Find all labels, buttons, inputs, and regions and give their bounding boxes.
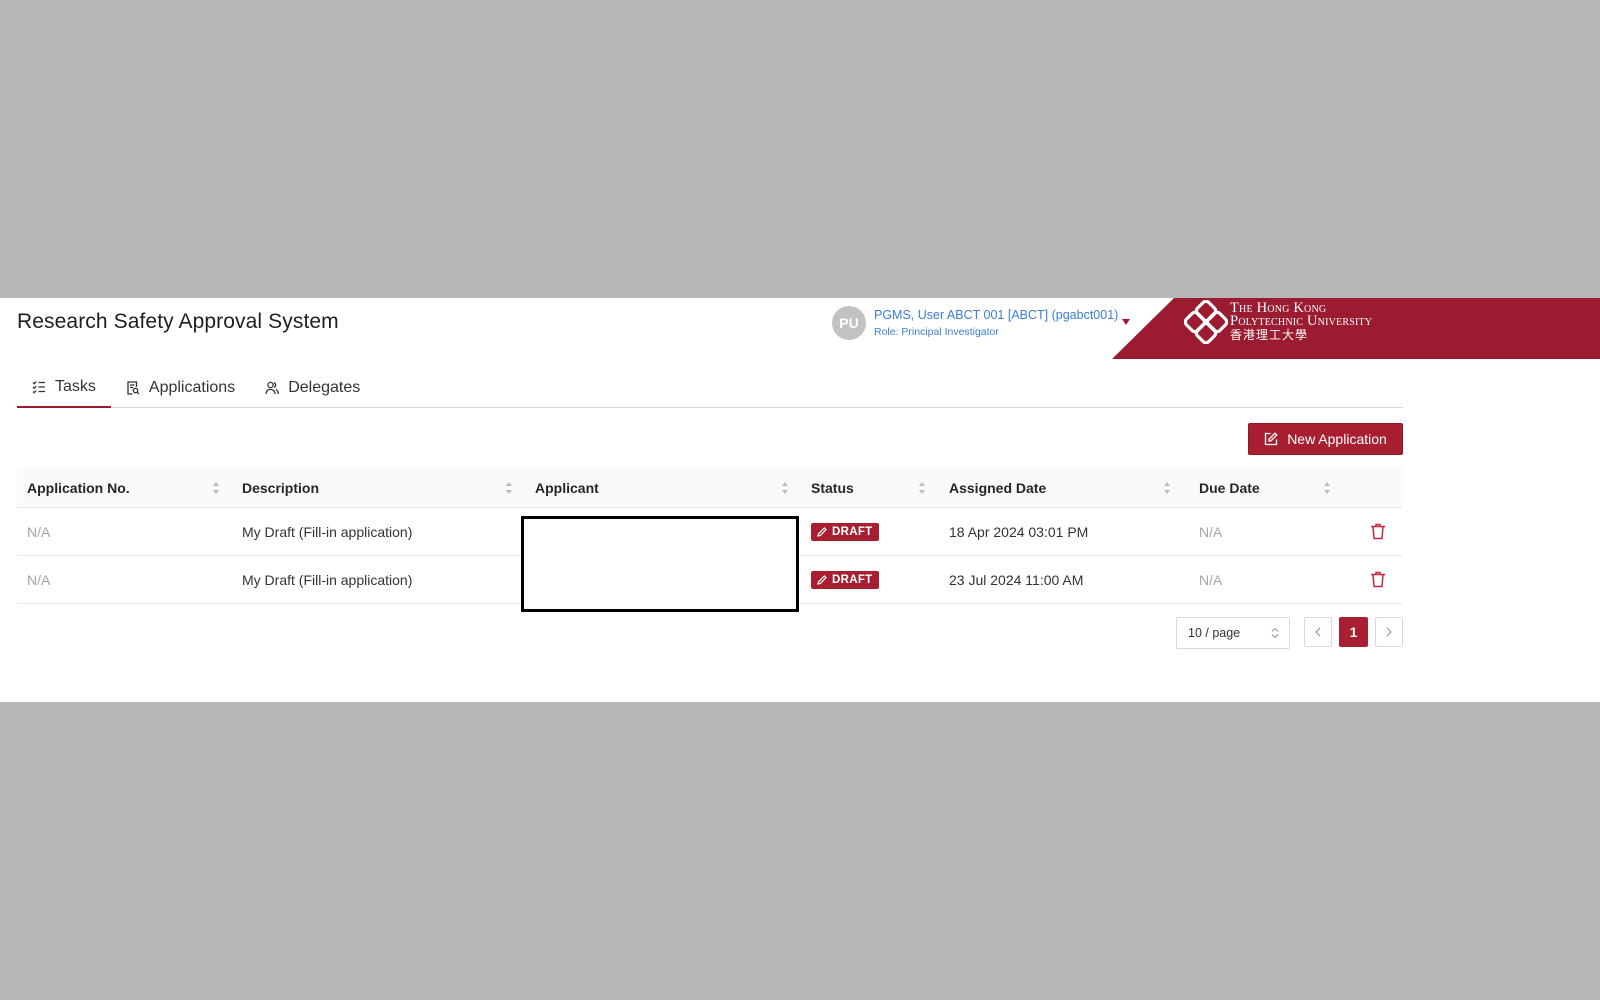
column-header-description[interactable]: Description — [232, 468, 525, 508]
pencil-icon — [817, 526, 827, 537]
column-header-applicant[interactable]: Applicant — [525, 468, 801, 508]
user-name[interactable]: PGMS, User ABCT 001 [ABCT] (pgabct001) — [874, 307, 1118, 323]
sort-icon[interactable] — [505, 481, 513, 495]
edit-square-icon — [1265, 432, 1278, 446]
cell-due-date: N/A — [1199, 523, 1223, 540]
page-size-select[interactable]: 10 / page — [1176, 617, 1290, 649]
cell-actions — [1353, 508, 1403, 556]
tab-label: Tasks — [55, 378, 96, 395]
avatar: PU — [832, 306, 866, 340]
logo-line-2: Polytechnic University — [1230, 313, 1373, 329]
sort-icon[interactable] — [781, 481, 789, 495]
cell-assigned-date: 23 Jul 2024 11:00 AM — [949, 571, 1084, 588]
user-role[interactable]: Role: Principal Investigator — [874, 325, 1118, 340]
page-title: Research Safety Approval System — [17, 310, 339, 333]
tab-bar: Tasks Applications Delegates — [17, 368, 1403, 408]
table-header: Application No. Description Applicant St… — [17, 468, 1403, 508]
delete-trash-icon[interactable] — [1370, 571, 1386, 588]
sort-icon[interactable] — [1323, 481, 1331, 495]
new-application-label: New Application — [1287, 431, 1387, 447]
cell-application-no: N/A — [27, 523, 51, 540]
caret-down-icon[interactable] — [1122, 319, 1130, 325]
applications-doc-icon — [126, 381, 140, 395]
select-arrows-icon — [1271, 627, 1279, 639]
chevron-right-icon — [1386, 627, 1392, 637]
previous-page-button[interactable] — [1304, 617, 1332, 647]
status-badge: DRAFT — [811, 570, 880, 589]
sort-icon[interactable] — [918, 481, 926, 495]
column-header-actions — [1353, 468, 1403, 508]
university-logo-banner: The Hong Kong Polytechnic University 香港理… — [1112, 298, 1600, 359]
cell-description: My Draft (Fill-in application) — [242, 523, 413, 540]
logo-line-3: 香港理工大學 — [1230, 328, 1309, 342]
sort-icon[interactable] — [212, 481, 220, 495]
tab-applications[interactable]: Applications — [111, 368, 250, 408]
tab-delegates[interactable]: Delegates — [250, 368, 375, 408]
cell-application-no: N/A — [27, 571, 51, 588]
tab-label: Delegates — [288, 379, 361, 396]
new-application-button[interactable]: New Application — [1248, 423, 1403, 455]
pencil-icon — [817, 574, 827, 585]
delete-trash-icon[interactable] — [1370, 523, 1386, 540]
polyu-logo-icon — [1184, 300, 1228, 344]
chevron-left-icon — [1315, 627, 1321, 637]
redaction-box — [521, 516, 799, 612]
column-header-due-date[interactable]: Due Date — [1189, 468, 1353, 508]
tab-label: Applications — [148, 379, 236, 396]
user-info: PGMS, User ABCT 001 [ABCT] (pgabct001) R… — [874, 307, 1118, 340]
app-window: Research Safety Approval System PU PGMS,… — [0, 298, 1600, 702]
cell-due-date: N/A — [1199, 571, 1223, 588]
tab-tasks[interactable]: Tasks — [17, 368, 111, 408]
logo-text: The Hong Kong Polytechnic University 香港理… — [1230, 301, 1373, 343]
column-header-application-no[interactable]: Application No. — [17, 468, 232, 508]
cell-status: DRAFT — [801, 508, 939, 556]
next-page-button[interactable] — [1375, 617, 1403, 647]
column-header-status[interactable]: Status — [801, 468, 939, 508]
cell-status: DRAFT — [801, 556, 939, 604]
cell-description: My Draft (Fill-in application) — [242, 571, 413, 588]
tasks-list-icon — [32, 380, 46, 394]
cell-actions — [1353, 556, 1403, 604]
cell-assigned-date: 18 Apr 2024 03:01 PM — [949, 523, 1089, 540]
column-header-assigned-date[interactable]: Assigned Date — [939, 468, 1189, 508]
user-menu[interactable]: PU PGMS, User ABCT 001 [ABCT] (pgabct001… — [832, 305, 1130, 341]
page-size-value: 10 / page — [1188, 626, 1241, 640]
delegates-people-icon — [265, 381, 280, 395]
status-badge: DRAFT — [811, 522, 880, 541]
sort-icon[interactable] — [1163, 481, 1171, 495]
page-1-button[interactable]: 1 — [1339, 617, 1368, 647]
